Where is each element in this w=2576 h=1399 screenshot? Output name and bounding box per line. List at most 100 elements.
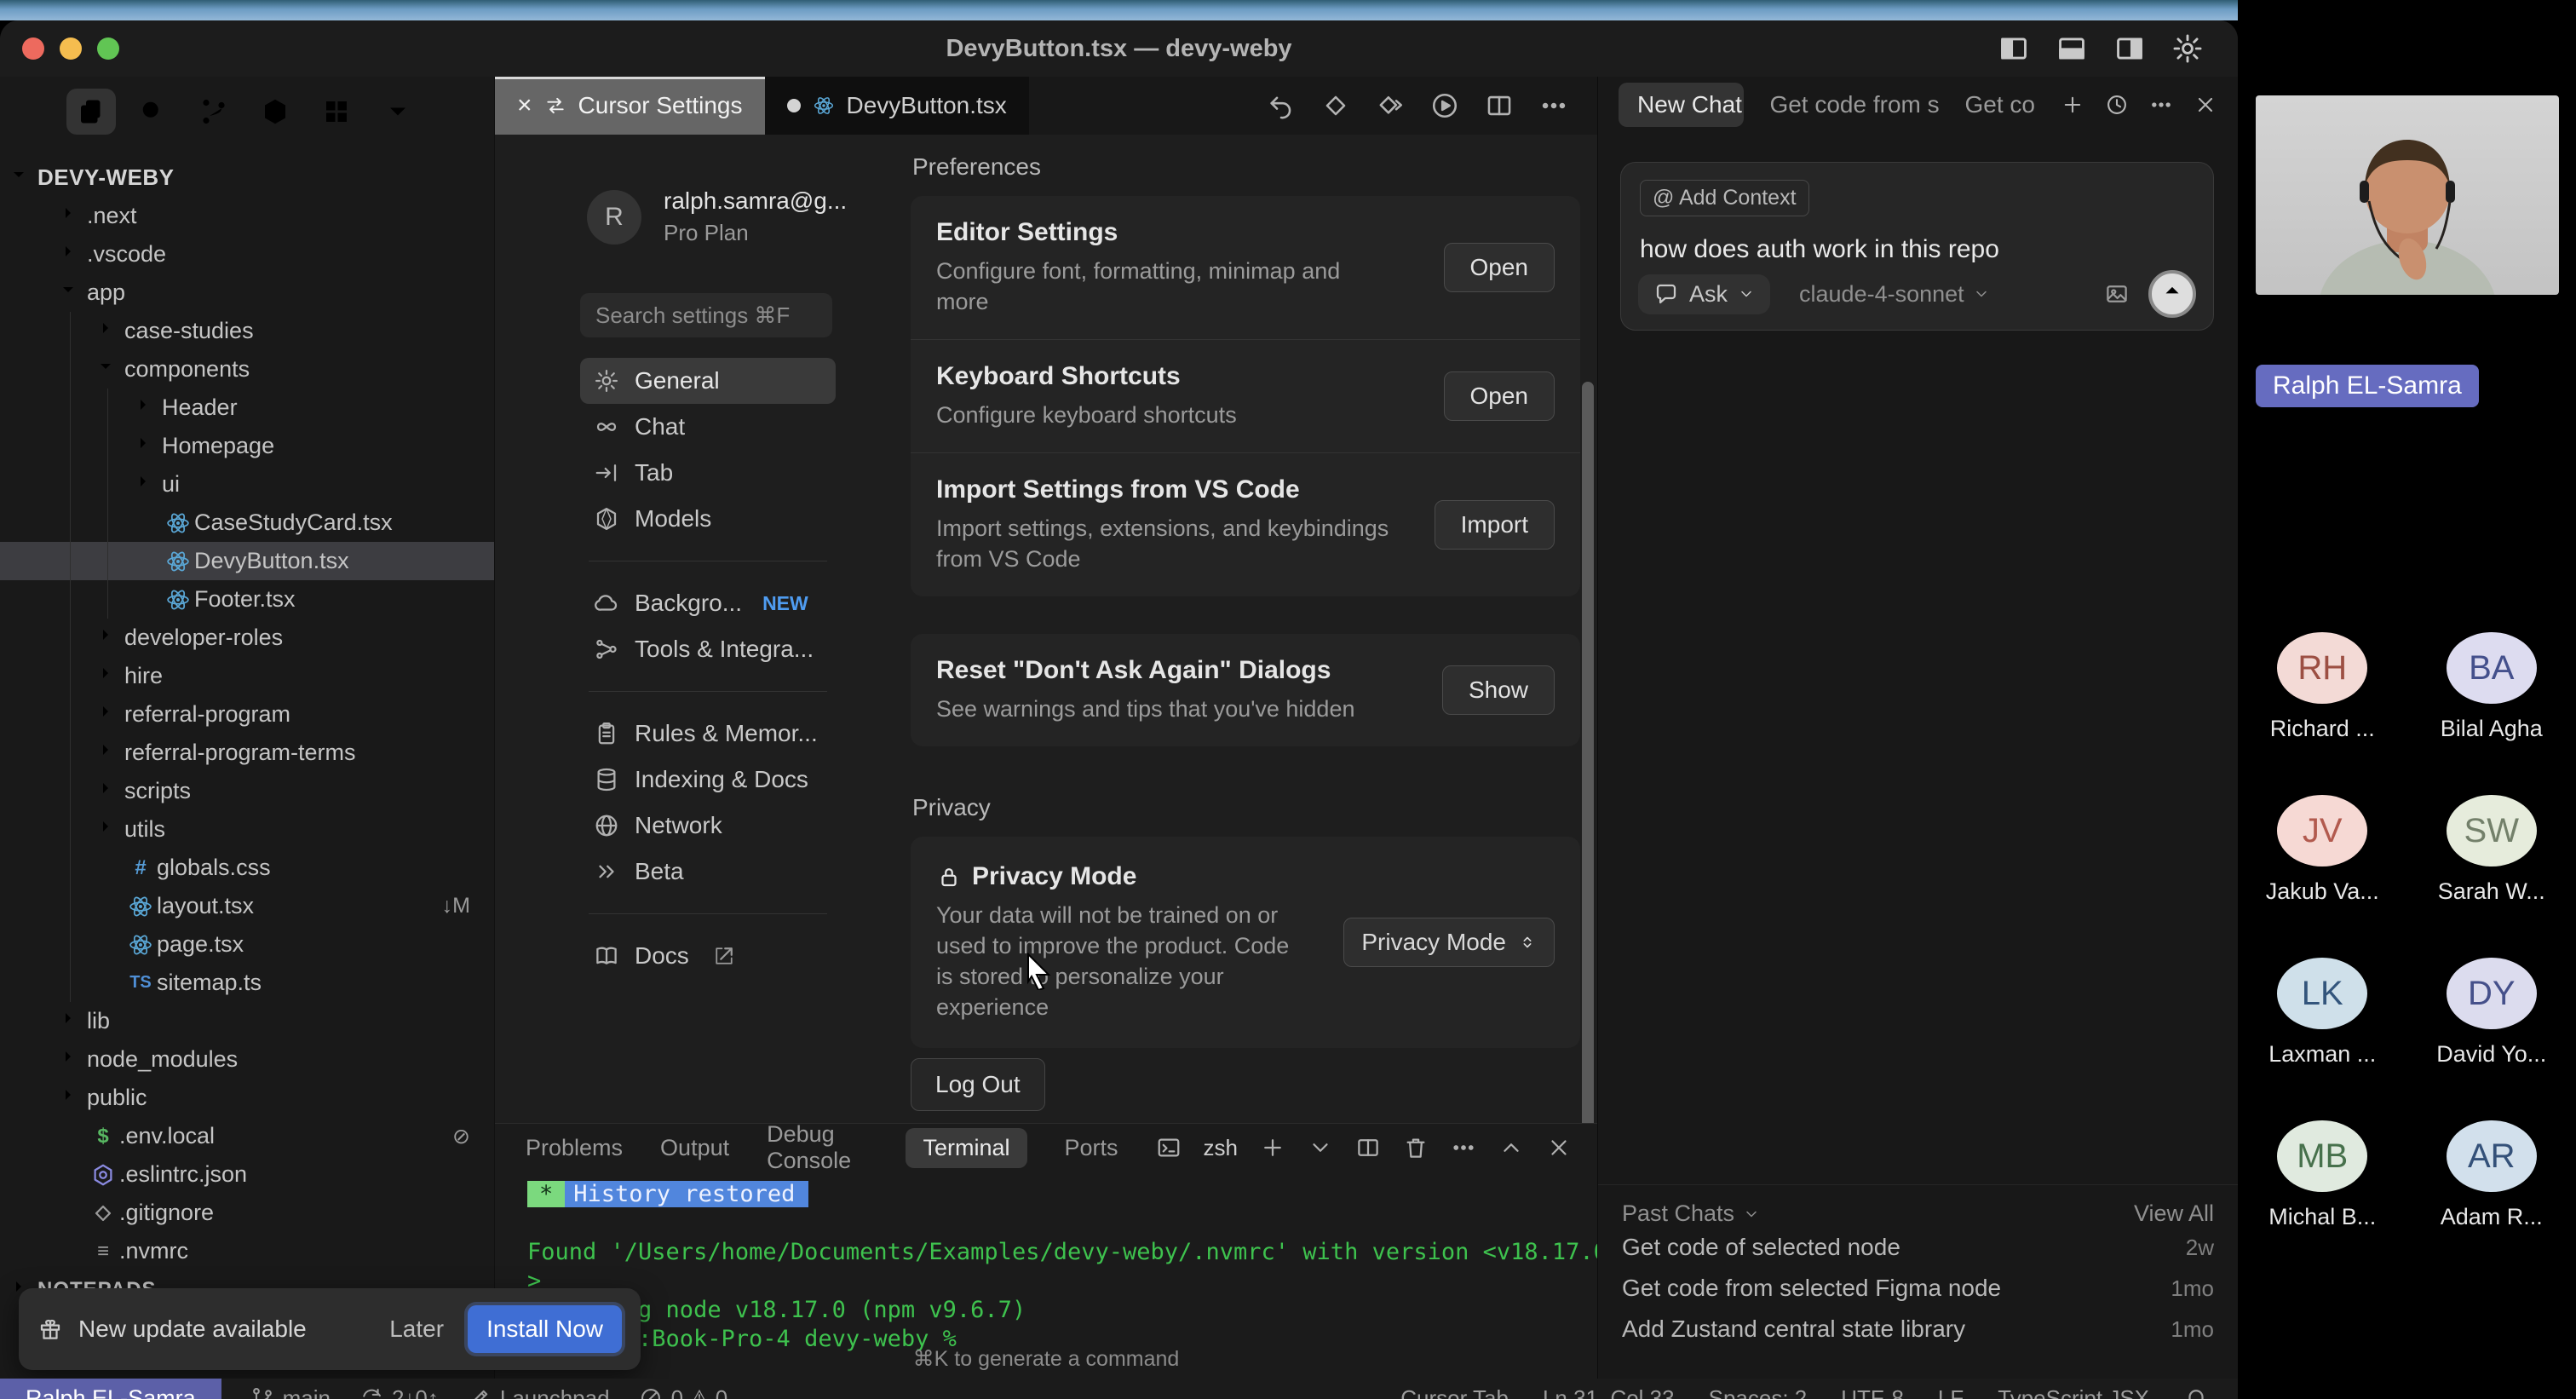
nav-back-icon[interactable]	[1267, 91, 1296, 120]
new-chat-icon[interactable]	[2061, 93, 2084, 117]
symbol-prev-icon[interactable]	[1321, 91, 1350, 120]
tree-item[interactable]: Homepage	[0, 427, 494, 465]
presenter-video[interactable]	[2256, 95, 2559, 295]
participant[interactable]: LK Laxman ...	[2268, 958, 2376, 1068]
tree-item[interactable]: .gitignore	[0, 1194, 494, 1232]
install-now-button[interactable]: Install Now	[468, 1305, 622, 1353]
privacy-mode-select[interactable]: Privacy Mode	[1343, 918, 1555, 967]
tree-item[interactable]: public	[0, 1079, 494, 1117]
more-actions-icon[interactable]	[1539, 91, 1568, 120]
tree-item[interactable]: ui	[0, 465, 494, 504]
status-slash[interactable]: 0 ⚠ 0	[639, 1385, 728, 1399]
activity-grid-button[interactable]	[312, 89, 361, 135]
tree-item[interactable]: Header	[0, 389, 494, 427]
activity-search-button[interactable]	[128, 89, 177, 135]
tree-item[interactable]: .vscode	[0, 235, 494, 273]
open-button[interactable]: Open	[1444, 243, 1555, 292]
status-user-badge[interactable]: Ralph EL-Samra	[0, 1379, 221, 1399]
terminal-output[interactable]: *History restored Found '/Users/home/Doc…	[495, 1172, 1597, 1354]
tree-item[interactable]: referral-program-terms	[0, 734, 494, 772]
attach-image-button[interactable]	[2104, 281, 2130, 307]
activity-chevdown-button[interactable]	[373, 89, 423, 135]
panel-tab-problems[interactable]: Problems	[526, 1135, 623, 1161]
activity-files-button[interactable]	[66, 89, 116, 135]
terminal-picker-icon[interactable]	[1308, 1135, 1333, 1160]
past-chat-item[interactable]: Get code from selected Figma node 1mo	[1622, 1268, 2214, 1309]
view-all-link[interactable]: View All	[2134, 1200, 2214, 1227]
nav-indexingdocs[interactable]: Indexing & Docs	[580, 757, 836, 803]
notifications-bell-icon[interactable]	[2183, 1385, 2209, 1399]
tree-item[interactable]: TSsitemap.ts	[0, 964, 494, 1002]
nav-tab[interactable]: Tab	[580, 450, 836, 496]
status-item[interactable]: Ln 31, Col 33	[1543, 1385, 1675, 1399]
tree-item[interactable]: lib	[0, 1002, 494, 1040]
close-window-button[interactable]	[22, 37, 44, 60]
status-launch[interactable]: Launchpad	[468, 1385, 610, 1399]
close-tab-icon[interactable]: ×	[517, 91, 532, 120]
tab-cursor-settings[interactable]: × Cursor Settings	[495, 77, 765, 135]
status-item[interactable]: Spaces: 2	[1709, 1385, 1808, 1399]
add-context-chip[interactable]: @ Add Context	[1640, 180, 1809, 216]
tree-item[interactable]: .next	[0, 197, 494, 235]
zoom-window-button[interactable]	[97, 37, 119, 60]
panel-tab-ports[interactable]: Ports	[1065, 1135, 1118, 1161]
participant[interactable]: AR Adam R...	[2441, 1120, 2543, 1230]
status-item[interactable]: TypeScript JSX	[1998, 1385, 2149, 1399]
logout-button[interactable]: Log Out	[911, 1058, 1045, 1111]
tree-item[interactable]: page.tsx	[0, 925, 494, 964]
search-settings-input[interactable]	[580, 293, 832, 337]
status-item[interactable]: UTF-8	[1841, 1385, 1904, 1399]
tree-item[interactable]: referral-program	[0, 695, 494, 734]
nav-beta[interactable]: Beta	[580, 849, 836, 895]
participant[interactable]: SW Sarah W...	[2438, 795, 2545, 905]
import-button[interactable]: Import	[1435, 500, 1555, 550]
activity-cube-button[interactable]	[250, 89, 300, 135]
new-terminal-icon[interactable]	[1260, 1135, 1285, 1160]
chat-history-icon[interactable]	[2105, 93, 2129, 117]
panel-more-icon[interactable]	[1451, 1135, 1476, 1160]
split-terminal-icon[interactable]	[1355, 1135, 1381, 1160]
tree-item[interactable]: node_modules	[0, 1040, 494, 1079]
panel-tab-output[interactable]: Output	[660, 1135, 729, 1161]
chat-tab[interactable]: New Chat	[1619, 83, 1744, 127]
model-select[interactable]: claude-4-sonnet	[1799, 281, 1990, 308]
later-button[interactable]: Later	[389, 1316, 444, 1343]
maximize-panel-icon[interactable]	[1498, 1135, 1524, 1160]
tree-root[interactable]: DEVY-WEBY	[0, 158, 494, 197]
panel-tab-terminal[interactable]: Terminal	[906, 1128, 1026, 1168]
tree-item[interactable]: layout.tsx↓M	[0, 887, 494, 925]
past-chats-title[interactable]: Past Chats	[1622, 1200, 1734, 1227]
nav-backgro[interactable]: Backgro... NEW	[580, 580, 836, 626]
participant[interactable]: MB Michal B...	[2268, 1120, 2376, 1230]
run-icon[interactable]	[1430, 91, 1459, 120]
chat-input-card[interactable]: @ Add Context how does auth work in this…	[1620, 162, 2214, 331]
close-chat-icon[interactable]	[2194, 93, 2217, 117]
activity-branch-button[interactable]	[189, 89, 239, 135]
nav-docs[interactable]: Docs	[580, 933, 836, 979]
status-item[interactable]: LF	[1938, 1385, 1964, 1399]
participant[interactable]: DY David Yo...	[2436, 958, 2546, 1068]
nav-network[interactable]: Network	[580, 803, 836, 849]
tree-item[interactable]: CaseStudyCard.tsx	[0, 504, 494, 542]
tab-devybutton[interactable]: DevyButton.tsx	[765, 77, 1029, 135]
tree-item[interactable]: components	[0, 350, 494, 389]
status-sync[interactable]: 2↓0↑	[359, 1385, 439, 1399]
tree-item[interactable]: $.env.local⊘	[0, 1117, 494, 1155]
nav-chat[interactable]: Chat	[580, 404, 836, 450]
tree-item[interactable]: Footer.tsx	[0, 580, 494, 619]
nav-general[interactable]: General	[580, 358, 836, 404]
tree-item[interactable]: hire	[0, 657, 494, 695]
terminal-icon[interactable]	[1156, 1135, 1182, 1160]
close-panel-icon[interactable]	[1546, 1135, 1572, 1160]
send-button[interactable]	[2148, 270, 2196, 318]
open-button[interactable]: Open	[1444, 371, 1555, 421]
tree-item[interactable]: case-studies	[0, 312, 494, 350]
mode-select[interactable]: Ask	[1638, 274, 1770, 314]
tree-item[interactable]: utils	[0, 810, 494, 849]
past-chat-item[interactable]: Get code of selected node 2w	[1622, 1227, 2214, 1268]
participant[interactable]: BA Bilal Agha	[2441, 632, 2543, 742]
tree-item[interactable]: .eslintrc.json	[0, 1155, 494, 1194]
nav-models[interactable]: Models	[580, 496, 836, 542]
nav-rulesmemor[interactable]: Rules & Memor...	[580, 711, 836, 757]
tree-item[interactable]: developer-roles	[0, 619, 494, 657]
